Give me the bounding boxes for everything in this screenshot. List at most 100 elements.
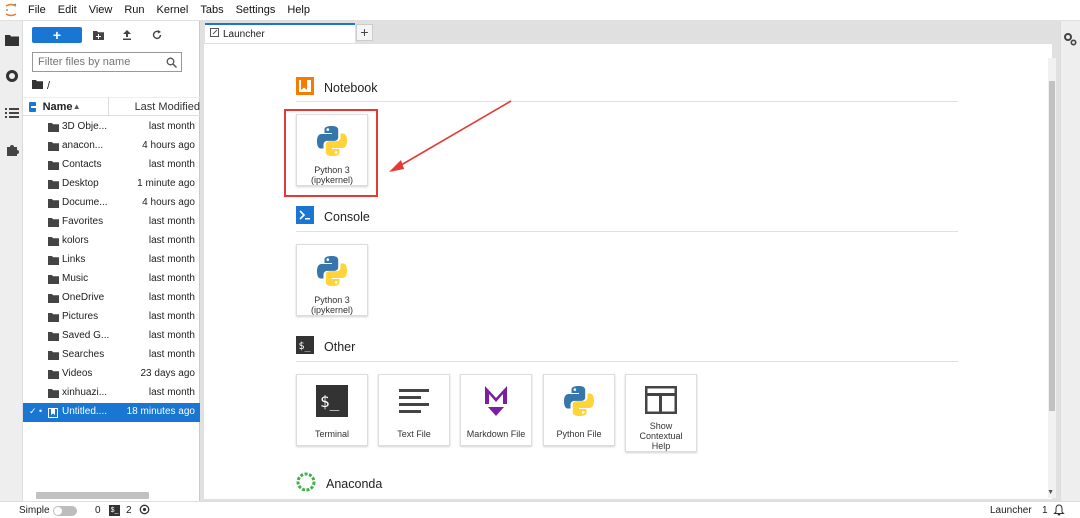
column-name[interactable]: Name — [43, 101, 73, 113]
folder-icon — [48, 294, 59, 303]
file-modified: 4 hours ago — [142, 197, 195, 208]
simple-mode-toggle[interactable] — [53, 506, 77, 516]
file-modified: last month — [148, 292, 195, 303]
kernel-count[interactable]: 0 — [95, 505, 101, 516]
terminal-count-icon[interactable]: $_ — [109, 505, 120, 516]
vertical-scroll-thumb[interactable] — [1049, 81, 1055, 411]
file-row[interactable]: Links last month — [23, 251, 200, 270]
file-name: Videos — [62, 368, 93, 379]
file-row[interactable]: xinhuazi... last month — [23, 384, 200, 403]
menu-view[interactable]: View — [83, 0, 119, 21]
file-name: xinhuazi... — [62, 387, 108, 398]
anaconda-section-title: Anaconda — [326, 476, 383, 491]
section-anaconda: Anaconda — [296, 472, 382, 495]
svg-text:$_: $_ — [320, 392, 340, 411]
running-kernels-icon[interactable] — [3, 67, 20, 84]
scroll-down-arrow-icon[interactable]: ▼ — [1047, 489, 1054, 496]
text-file-card[interactable]: Text File — [378, 374, 450, 446]
file-modified: last month — [148, 254, 195, 265]
refresh-icon[interactable] — [150, 28, 164, 42]
python-file-card[interactable]: Python File — [543, 374, 615, 446]
property-inspector-gears-icon[interactable] — [1063, 32, 1077, 49]
console-section-title: Console — [324, 209, 370, 224]
extension-puzzle-icon[interactable] — [3, 141, 20, 158]
file-row[interactable]: OneDrive last month — [23, 289, 200, 308]
file-name: Pictures — [62, 311, 99, 322]
card-label: Python File — [556, 429, 602, 439]
menu-run[interactable]: Run — [118, 0, 150, 21]
kernel-status-icon[interactable] — [139, 504, 150, 518]
file-row[interactable]: 3D Obje... last month — [23, 118, 200, 137]
selected-check-icon[interactable]: ✓ • — [29, 406, 42, 417]
jupyterlab-window: File Edit View Run Kernel Tabs Settings … — [0, 0, 1080, 518]
file-name: Searches — [62, 349, 105, 360]
markdown-file-card[interactable]: Markdown File — [460, 374, 532, 446]
file-row[interactable]: Music last month — [23, 270, 200, 289]
file-row[interactable]: ✓ • Untitled.... 18 minutes ago — [23, 403, 200, 422]
menu-settings[interactable]: Settings — [230, 0, 282, 21]
home-folder-icon[interactable] — [32, 80, 43, 92]
contextual-help-icon — [643, 383, 679, 417]
tab-launcher[interactable]: Launcher — [205, 23, 355, 43]
file-row[interactable]: anacon... 4 hours ago — [23, 137, 200, 156]
menu-file[interactable]: File — [22, 0, 52, 21]
file-list: 3D Obje... last month anacon... 4 hours ago… — [23, 118, 200, 422]
file-name: Saved G... — [62, 330, 110, 341]
file-name: OneDrive — [62, 292, 105, 303]
terminal-card[interactable]: $_ Terminal — [296, 374, 368, 446]
menu-tabs[interactable]: Tabs — [194, 0, 229, 21]
card-label: Python 3 — [314, 295, 350, 305]
column-last-modified[interactable]: Last Modified — [135, 101, 200, 113]
file-row[interactable]: Favorites last month — [23, 213, 200, 232]
file-modified: last month — [148, 349, 195, 360]
menu-kernel[interactable]: Kernel — [151, 0, 195, 21]
new-launcher-button[interactable]: + — [32, 27, 82, 43]
notification-count[interactable]: 1 — [1042, 505, 1048, 516]
file-list-header: Name ▲ Last Modified — [23, 97, 200, 116]
file-row[interactable]: Pictures last month — [23, 308, 200, 327]
file-row[interactable]: Docume... 4 hours ago — [23, 194, 200, 213]
section-divider — [296, 231, 958, 232]
folder-icon — [48, 275, 59, 284]
console-python3-card[interactable]: Python 3 (ipykernel) — [296, 244, 368, 316]
new-folder-icon[interactable] — [91, 28, 105, 42]
card-sublabel: Help — [651, 441, 671, 451]
horizontal-scrollbar[interactable] — [36, 492, 149, 499]
python-logo-icon — [561, 383, 597, 419]
filter-files-input[interactable] — [38, 56, 163, 68]
terminal-section-icon: $_ — [296, 336, 314, 357]
file-name: anacon... — [62, 140, 104, 151]
card-label: Text File — [397, 429, 431, 439]
folder-icon — [48, 370, 59, 379]
notebook-section-title: Notebook — [324, 80, 378, 95]
card-label: Markdown File — [466, 429, 526, 439]
file-row[interactable]: Contacts last month — [23, 156, 200, 175]
file-row[interactable]: Desktop 1 minute ago — [23, 175, 200, 194]
tab-launcher-label: Launcher — [223, 28, 265, 40]
column-divider[interactable] — [107, 97, 109, 116]
breadcrumb-root[interactable]: / — [47, 80, 50, 92]
notification-bell-icon[interactable] — [1053, 504, 1065, 518]
file-row[interactable]: Videos 23 days ago — [23, 365, 200, 384]
show-contextual-help-card[interactable]: Show Contextual Help — [625, 374, 697, 452]
sort-ascending-icon[interactable]: ▲ — [73, 102, 86, 111]
upload-icon[interactable] — [120, 28, 134, 42]
file-row[interactable]: Searches last month — [23, 346, 200, 365]
table-of-contents-icon[interactable] — [3, 104, 20, 121]
file-modified: last month — [148, 273, 195, 284]
right-sidebar — [1060, 21, 1080, 501]
file-row[interactable]: kolors last month — [23, 232, 200, 251]
folder-icon — [48, 237, 59, 246]
terminal-count[interactable]: 2 — [126, 505, 132, 516]
folder-icon[interactable] — [3, 31, 20, 48]
select-all-checkbox[interactable] — [29, 101, 37, 112]
filter-files-field[interactable] — [32, 52, 182, 72]
left-sidebar — [0, 21, 23, 501]
file-row[interactable]: Saved G... last month — [23, 327, 200, 346]
menu-edit[interactable]: Edit — [52, 0, 83, 21]
search-icon — [163, 57, 179, 68]
menu-help[interactable]: Help — [281, 0, 316, 21]
file-modified: 4 hours ago — [142, 140, 195, 151]
add-tab-button[interactable]: + — [356, 24, 373, 41]
file-modified: last month — [148, 216, 195, 227]
